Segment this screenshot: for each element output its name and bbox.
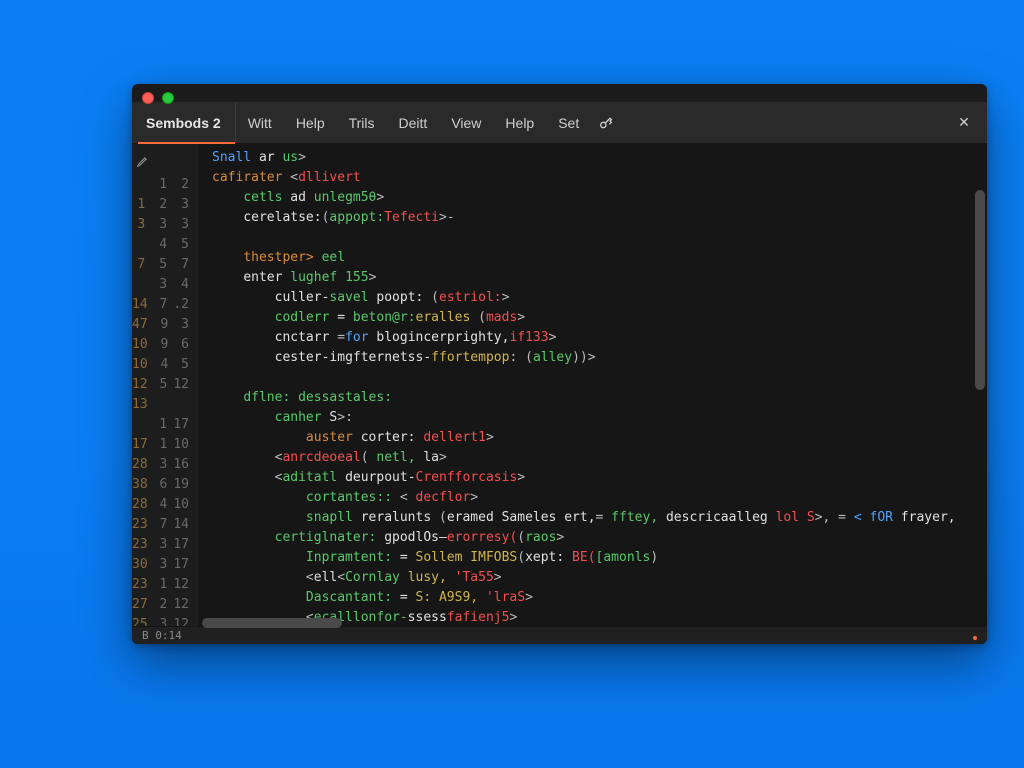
code-line[interactable]: cerelatse:(appopt:Tefecti>- <box>212 208 977 228</box>
window-close-button[interactable]: ✕ <box>949 108 979 138</box>
cursor-position: B 0:14 <box>142 629 182 642</box>
gutter-row: 23714 <box>132 515 197 535</box>
gutter-row: 30317 <box>132 555 197 575</box>
editor-area: 121233334575734147.247931096104512512131… <box>132 144 987 644</box>
code-line[interactable]: auster corter: dellert1> <box>212 428 977 448</box>
gutter-row: 23112 <box>132 575 197 595</box>
editor-window: Sembods 2 Witt Help Trils Deitt View Hel… <box>132 84 987 644</box>
product-title: Sembods 2 <box>138 102 236 143</box>
gutter-row: 1096 <box>132 335 197 355</box>
menu-item-6[interactable]: Set <box>546 102 591 143</box>
code-line[interactable]: cnctarr =for blogincerprighty,if133> <box>212 328 977 348</box>
code-line[interactable]: cafirater <dllivert <box>212 168 977 188</box>
code-line[interactable]: cortantes:: < decflor> <box>212 488 977 508</box>
code-line[interactable]: snapll reralunts (eramed Sameles ert,= f… <box>212 508 977 528</box>
menu-item-1[interactable]: Help <box>284 102 337 143</box>
code-line[interactable]: codlerr = beton@r:eralles (mads> <box>212 308 977 328</box>
menu-item-3[interactable]: Deitt <box>387 102 440 143</box>
gutter-row: 147.2 <box>132 295 197 315</box>
status-indicator-dot <box>973 636 977 640</box>
gutter-row: 38619 <box>132 475 197 495</box>
code-line[interactable] <box>212 368 977 388</box>
menu-item-4[interactable]: View <box>439 102 493 143</box>
code-line[interactable]: Snall ar us> <box>212 148 977 168</box>
traffic-lights <box>142 92 174 104</box>
gutter-row: 34 <box>132 275 197 295</box>
code-line[interactable]: culler-savel poopt: (estriol:> <box>212 288 977 308</box>
gutter-row: 45 <box>132 235 197 255</box>
vertical-scrollbar-thumb[interactable] <box>975 190 985 390</box>
code-line[interactable]: thestper> eel <box>212 248 977 268</box>
code-line[interactable]: <aditatl deurpout-Crenfforcasis> <box>212 468 977 488</box>
gutter-row: 333 <box>132 215 197 235</box>
code-line[interactable]: Dascantant: = S: A9S9, 'lraS> <box>212 588 977 608</box>
line-gutter: 121233334575734147.247931096104512512131… <box>132 144 198 626</box>
code-line[interactable]: canher S>: <box>212 408 977 428</box>
close-dot[interactable] <box>142 92 154 104</box>
horizontal-scrollbar-thumb[interactable] <box>202 618 342 628</box>
code-line[interactable]: Inpramtent: = Sollem IMFOBS(xept: BE([am… <box>212 548 977 568</box>
code-line[interactable] <box>212 228 977 248</box>
close-icon: ✕ <box>958 114 970 131</box>
code-line[interactable]: <anrcdeoeal( netl, la> <box>212 448 977 468</box>
gutter-row: 23317 <box>132 535 197 555</box>
gutter-row: 28316 <box>132 455 197 475</box>
gutter-row: 757 <box>132 255 197 275</box>
code-line[interactable]: dflne: dessastales: <box>212 388 977 408</box>
pencil-icon <box>132 148 154 175</box>
gutter-row: 13 <box>132 395 197 415</box>
editor-scroll-view[interactable]: 121233334575734147.247931096104512512131… <box>132 144 987 626</box>
gutter-row: 12512 <box>132 375 197 395</box>
menubar: Sembods 2 Witt Help Trils Deitt View Hel… <box>132 102 987 144</box>
code-line[interactable]: cetls ad unlegm5θ> <box>212 188 977 208</box>
menu-item-2[interactable]: Trils <box>337 102 387 143</box>
gutter-row: 27212 <box>132 595 197 615</box>
menu-item-0[interactable]: Witt <box>236 102 284 143</box>
key-icon[interactable] <box>591 108 621 138</box>
gutter-row: 25312 <box>132 615 197 626</box>
gutter-row: 1045 <box>132 355 197 375</box>
vertical-scrollbar[interactable] <box>975 150 985 638</box>
code-line[interactable]: <ell<Cornlay lusy, 'Ta55> <box>212 568 977 588</box>
status-bar: B 0:14 <box>132 626 987 644</box>
code-content[interactable]: Snall ar us>cafirater <dllivert cetls ad… <box>198 144 987 626</box>
gutter-row: 4793 <box>132 315 197 335</box>
horizontal-scrollbar[interactable] <box>202 618 975 628</box>
gutter-row: 123 <box>132 195 197 215</box>
gutter-row: 17110 <box>132 435 197 455</box>
gutter-row: 12 <box>132 175 197 195</box>
zoom-dot[interactable] <box>162 92 174 104</box>
code-line[interactable]: cester-imgfternetss-ffortempop: (alley))… <box>212 348 977 368</box>
menu-item-5[interactable]: Help <box>493 102 546 143</box>
code-line[interactable]: enter lughef 155> <box>212 268 977 288</box>
gutter-row: 28410 <box>132 495 197 515</box>
code-line[interactable]: certiglnater: gpodlOs—erorresy((raos> <box>212 528 977 548</box>
gutter-row: 117 <box>132 415 197 435</box>
